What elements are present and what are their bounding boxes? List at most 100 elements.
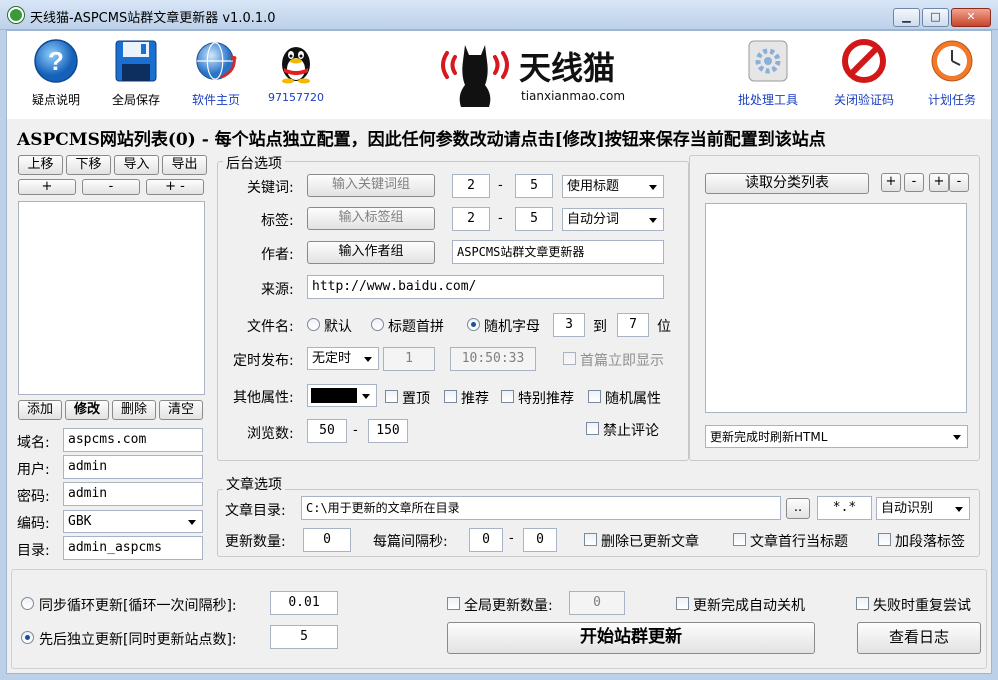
retry-checkbox[interactable] [856,597,869,610]
close-button[interactable]: ✕ [951,8,991,27]
list-toggle-small-button[interactable]: + - [146,179,204,195]
category-add2-button[interactable]: + [929,173,949,192]
help-icon: ? [32,37,80,85]
delete-updated-checkbox[interactable] [584,533,597,546]
update-count-input[interactable]: 0 [303,528,351,552]
filename-pinyin-radio[interactable] [371,318,384,331]
maximize-button[interactable]: □ [922,8,949,27]
keyword-group-button[interactable]: 输入关键词组 [307,174,435,197]
no-comment-label: 禁止评论 [603,423,659,439]
directory-input[interactable]: admin_aspcms [63,536,203,560]
author-group-button[interactable]: 输入作者组 [307,241,435,264]
toolbar-homepage-button[interactable]: 软件主页 [180,37,252,108]
tag-group-button[interactable]: 输入标签组 [307,207,435,230]
no-comment-checkbox[interactable] [586,422,599,435]
site-listbox[interactable] [18,201,205,395]
source-input[interactable]: http://www.baidu.com/ [307,275,664,299]
list-remove-small-button[interactable]: - [82,179,140,195]
file-ext-input[interactable]: *.* [817,496,872,520]
views-min-input[interactable]: 50 [307,419,347,443]
export-button[interactable]: 导出 [162,155,207,175]
import-button[interactable]: 导入 [114,155,159,175]
list-add-small-button[interactable]: + [18,179,76,195]
clear-sites-button[interactable]: 清空 [159,400,203,420]
first-show-label: 首篇立即显示 [580,353,664,369]
interval-max-input[interactable]: 0 [523,528,557,552]
sync-loop-label: 同步循环更新[循环一次间隔秒]: [39,598,237,614]
auto-shutdown-checkbox[interactable] [676,597,689,610]
domain-input[interactable]: aspcms.com [63,428,203,452]
article-options-title: 文章选项 [223,474,285,494]
filename-len-to-input[interactable]: 7 [617,313,649,337]
delete-site-button[interactable]: 删除 [112,400,156,420]
toolbar-schedule-button[interactable]: 计划任务 [915,37,989,108]
filename-unit-label: 位 [657,319,671,335]
category-add-button[interactable]: + [881,173,901,192]
tag-max-input[interactable]: 5 [515,207,553,231]
random-attr-checkbox[interactable] [588,390,601,403]
title-bar[interactable]: 天线猫-ASPCMS站群文章更新器 v1.0.1.0 ▁ □ ✕ [0,0,998,30]
backend-options-group [217,161,689,461]
brand-logo: 天线猫 tianxianmao.com [435,39,635,109]
refresh-mode-select[interactable]: 更新完成时刷新HTML [705,425,968,448]
tag-min-input[interactable]: 2 [452,207,490,231]
update-count-label: 更新数量: [225,534,286,550]
keyword-max-input[interactable]: 5 [515,174,553,198]
move-down-button[interactable]: 下移 [66,155,111,175]
category-remove2-button[interactable]: - [949,173,969,192]
category-remove-button[interactable]: - [904,173,924,192]
keyword-min-input[interactable]: 2 [452,174,490,198]
start-update-button[interactable]: 开始站群更新 [447,622,815,654]
sequential-radio[interactable] [21,631,34,644]
password-input[interactable]: admin [63,482,203,506]
user-input[interactable]: admin [63,455,203,479]
filename-to-label: 到 [593,319,607,335]
sequential-input[interactable]: 5 [270,625,338,649]
interval-min-input[interactable]: 0 [469,528,503,552]
toolbar-help-button[interactable]: ? 疑点说明 [20,37,92,108]
article-dir-input[interactable]: C:\用于更新的文章所在目录 [301,496,781,520]
toolbar-disable-captcha-button[interactable]: 关闭验证码 [827,37,901,108]
encoding-select[interactable]: GBK [63,510,203,533]
filename-random-radio[interactable] [467,318,480,331]
add-site-button[interactable]: 添加 [18,400,62,420]
category-listbox[interactable] [705,203,967,413]
schedule-count-input[interactable]: 1 [383,347,435,371]
client-area: ? 疑点说明 全局保存 软件主页 97157720 天线猫 tianxianma [6,30,992,674]
schedule-time-input[interactable]: 10:50:33 [450,347,536,371]
sync-loop-input[interactable]: 0.01 [270,591,338,615]
color-select[interactable] [307,384,377,407]
toolbar-batch-tool-button[interactable]: 批处理工具 [731,37,805,108]
first-show-checkbox[interactable] [563,352,576,365]
article-encoding-select[interactable]: 自动识别 [876,497,970,520]
move-up-button[interactable]: 上移 [18,155,63,175]
minimize-button[interactable]: ▁ [893,8,920,27]
global-count-checkbox[interactable] [447,597,460,610]
first-line-title-label: 文章首行当标题 [750,534,848,550]
tag-mode-select[interactable]: 自动分词 [562,208,664,231]
sync-loop-radio[interactable] [21,597,34,610]
schedule-mode-select[interactable]: 无定时 [307,347,379,370]
directory-label: 目录: [17,543,50,559]
filename-len-from-input[interactable]: 3 [553,313,585,337]
random-attr-label: 随机属性 [605,391,661,407]
recommend-checkbox[interactable] [444,390,457,403]
keyword-mode-select[interactable]: 使用标题 [562,175,664,198]
paragraph-tag-checkbox[interactable] [878,533,891,546]
views-max-input[interactable]: 150 [368,419,408,443]
browse-dir-button[interactable]: .. [786,498,810,519]
global-count-input[interactable]: 0 [569,591,625,615]
global-count-label: 全局更新数量: [464,598,553,614]
modify-site-button[interactable]: 修改 [65,400,109,420]
special-recommend-checkbox[interactable] [501,390,514,403]
top-checkbox[interactable] [385,390,398,403]
author-input[interactable]: ASPCMS站群文章更新器 [452,240,664,264]
toolbar-qq-button[interactable]: 97157720 [260,37,332,104]
toolbar-save-all-button[interactable]: 全局保存 [100,37,172,108]
view-log-button[interactable]: 查看日志 [857,622,981,654]
top-label: 置顶 [402,391,430,407]
filename-default-radio[interactable] [307,318,320,331]
auto-shutdown-label: 更新完成自动关机 [693,598,805,614]
first-line-title-checkbox[interactable] [733,533,746,546]
read-category-button[interactable]: 读取分类列表 [705,173,869,194]
